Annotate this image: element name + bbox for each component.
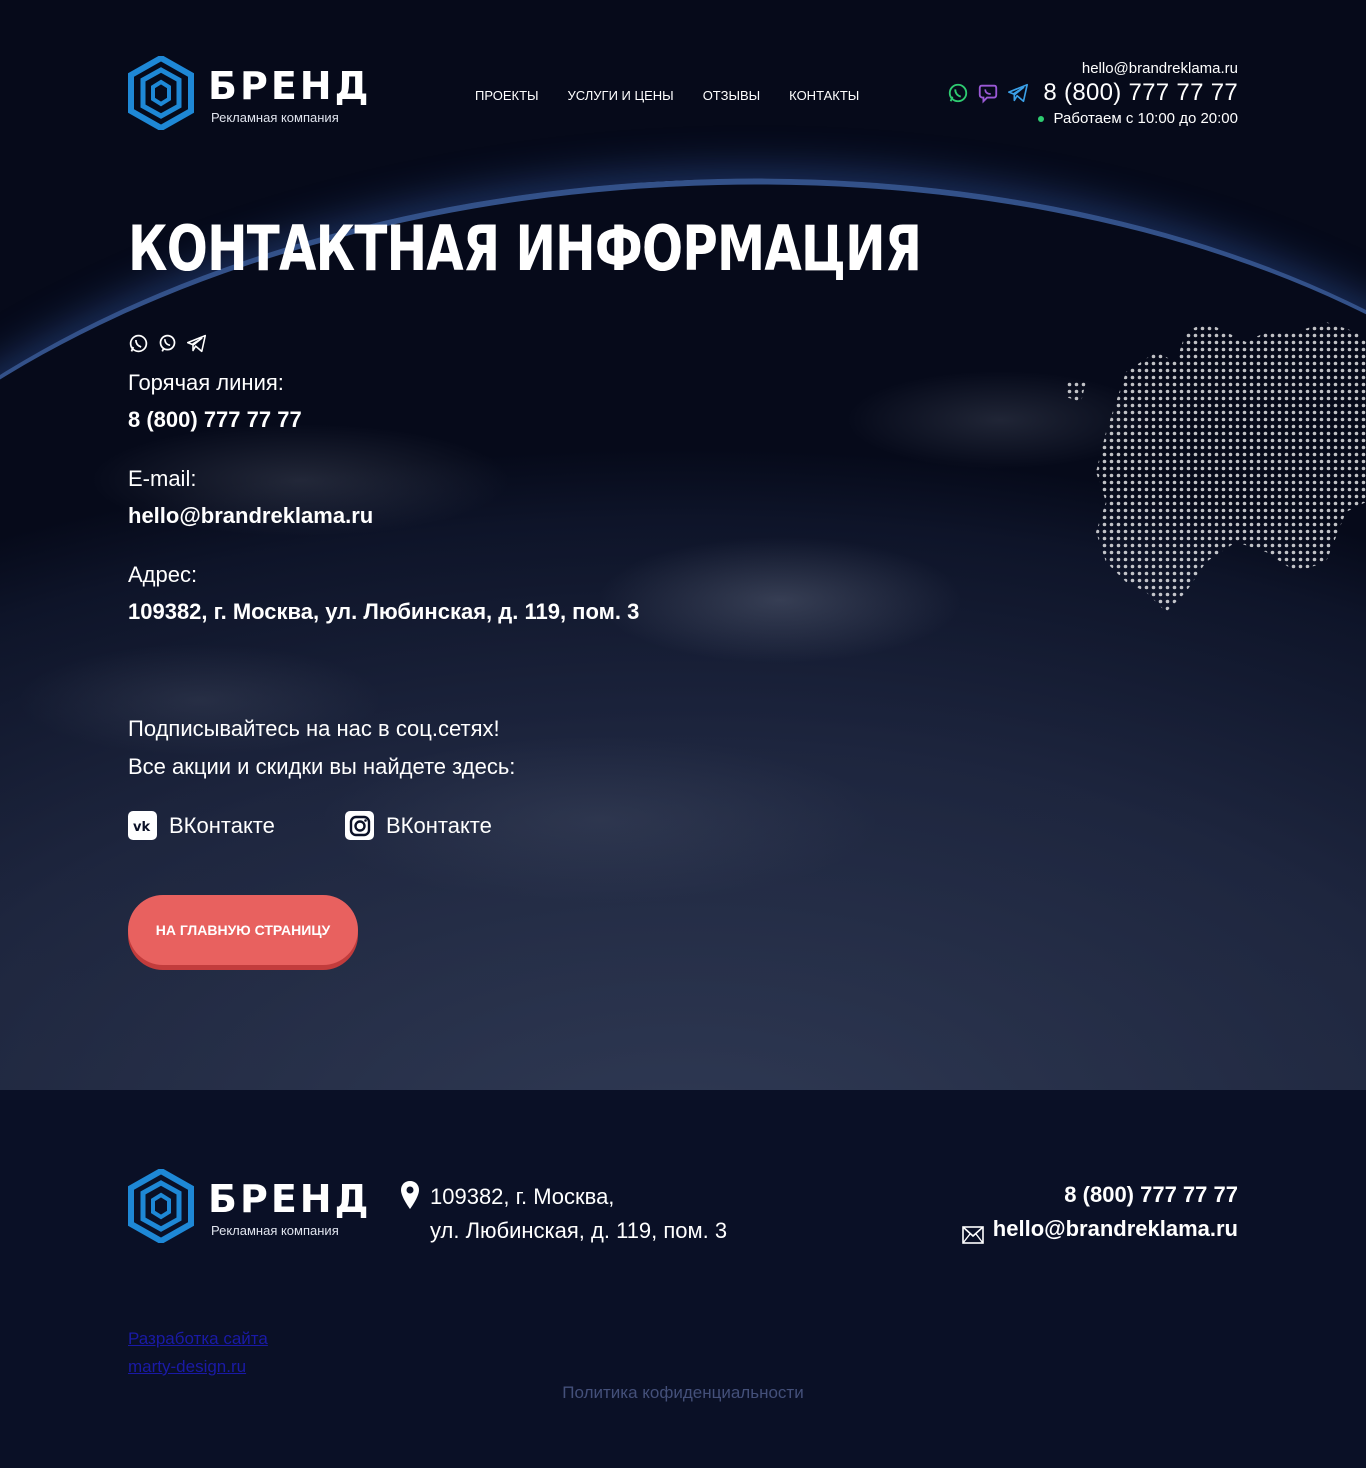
social-link-vk[interactable]: vk ВКонтакте [128,811,275,840]
main-nav: ПРОЕКТЫ УСЛУГИ И ЦЕНЫ ОТЗЫВЫ КОНТАКТЫ [475,88,859,103]
viber-icon[interactable] [977,82,999,104]
footer [0,1090,1366,1468]
nav-item-reviews[interactable]: ОТЗЫВЫ [703,88,760,103]
footer-phone[interactable]: 8 (800) 777 77 77 [962,1178,1238,1212]
header-logo[interactable]: БРЕНД Рекламная компания [128,56,371,130]
email-value[interactable]: hello@brandreklama.ru [128,503,373,529]
working-hours: Работаем с 10:00 до 20:00 [1053,110,1239,127]
messenger-icons [128,333,207,354]
mail-icon [961,1220,984,1244]
header-email[interactable]: hello@brandreklama.ru [947,60,1238,77]
footer-address-line1: 109382, г. Москва, [430,1184,615,1209]
brand-tagline: Рекламная компания [211,110,339,125]
address-label: Адрес: [128,562,198,587]
header-contacts: hello@brandreklama.ru 8 (800) 777 77 77 … [947,60,1238,127]
footer-address: 109382, г. Москва, ул. Любинская, д. 119… [400,1180,727,1248]
russia-dotted-map [1066,322,1366,612]
developer-credit: Разработка сайта marty-design.ru [128,1325,268,1381]
social-link-instagram[interactable]: ВКонтакте [345,811,492,840]
social-invite-line2: Все акции и скидки вы найдете здесь: [128,754,516,779]
hotline-value[interactable]: 8 (800) 777 77 77 [128,407,302,433]
social-vk-label: ВКонтакте [169,812,275,838]
footer-email[interactable]: hello@brandreklama.ru [993,1212,1238,1246]
home-page-button[interactable]: НА ГЛАВНУЮ СТРАНИЦУ [128,895,358,965]
status-dot [1037,115,1044,122]
social-instagram-label: ВКонтакте [386,812,492,838]
telegram-icon[interactable] [1007,82,1029,104]
footer-contacts: 8 (800) 777 77 77 hello@brandreklama.ru [961,1178,1238,1246]
nav-item-contacts[interactable]: КОНТАКТЫ [789,88,859,103]
social-invite-line1: Подписывайтесь на нас в соц.сетях! [128,716,500,741]
address-value: 109382, г. Москва, ул. Любинская, д. 119… [128,599,640,624]
footer-logo[interactable]: БРЕНД Рекламная компания [128,1169,371,1243]
developer-link-label[interactable]: Разработка сайта [128,1325,268,1353]
footer-brand-tagline: Рекламная компания [211,1223,339,1238]
footer-address-line2: ул. Любинская, д. 119, пом. 3 [430,1218,728,1243]
header-phone[interactable]: 8 (800) 777 77 77 [1043,79,1238,107]
page-title: Контактная информация [128,212,922,285]
social-invite: Подписывайтесь на нас в соц.сетях! Все а… [128,710,515,786]
developer-link[interactable]: marty-design.ru [128,1353,268,1381]
whatsapp-icon[interactable] [947,82,969,104]
nav-item-services[interactable]: УСЛУГИ И ЦЕНЫ [568,88,674,103]
brand-hexagon-icon [128,1169,194,1243]
map-pin-icon [401,1181,419,1209]
nav-item-projects[interactable]: ПРОЕКТЫ [475,88,539,103]
brand-hexagon-icon [128,56,194,130]
vk-icon: vk [128,811,157,840]
hotline-label: Горячая линия: [128,370,284,395]
telegram-icon[interactable] [186,333,207,354]
instagram-icon [345,811,374,840]
brand-name: БРЕНД [208,64,372,108]
svg-text:vk: vk [133,820,150,833]
whatsapp-icon[interactable] [128,333,149,354]
footer-brand-name: БРЕНД [208,1177,372,1221]
viber-icon[interactable] [157,333,178,354]
privacy-policy-link[interactable]: Политика кофиденциальности [0,1383,1366,1403]
email-label: E-mail: [128,466,197,491]
